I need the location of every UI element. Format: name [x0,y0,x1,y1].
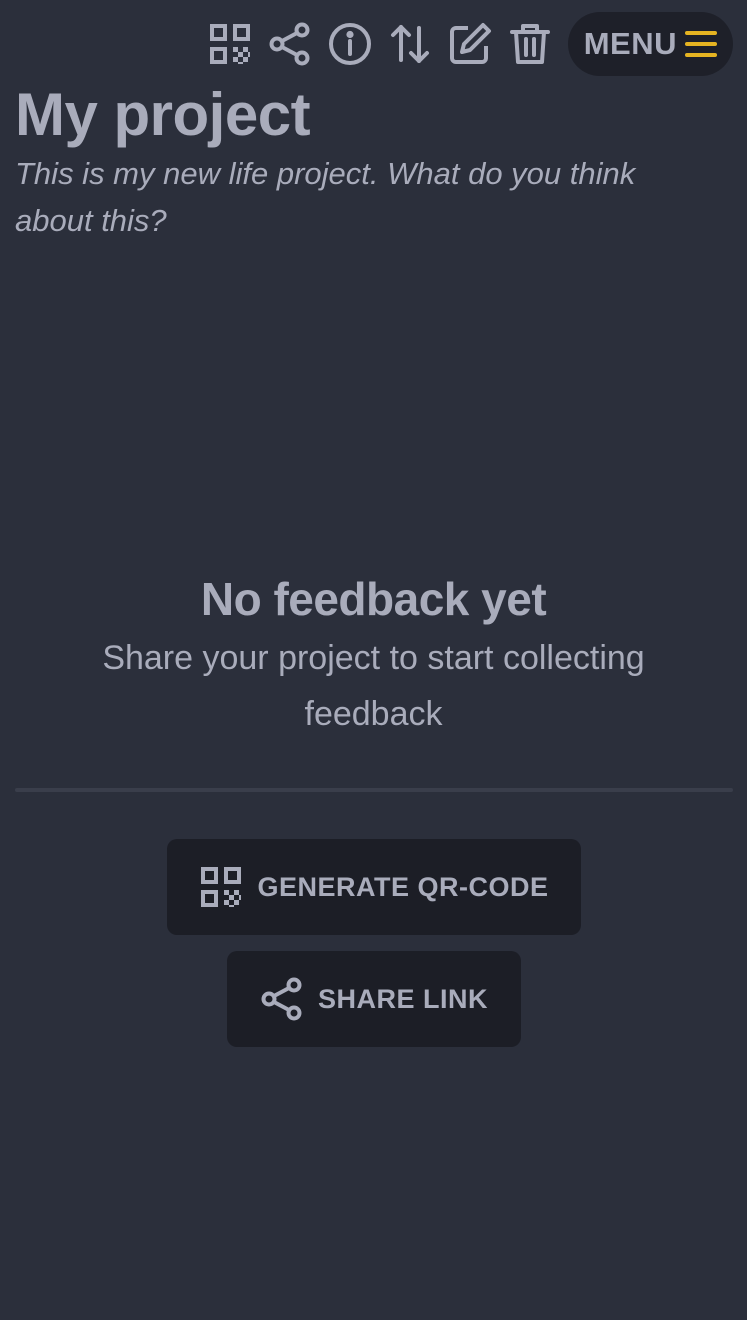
qr-code-icon[interactable] [206,20,254,68]
sort-icon[interactable] [386,20,434,68]
page-title: My project [15,81,311,148]
hamburger-bar [685,42,717,46]
share-link-button[interactable]: SHARE LINK [227,951,521,1047]
divider [15,788,733,792]
empty-state: No feedback yet Share your project to st… [0,572,747,742]
hamburger-bar [685,53,717,57]
share-icon [261,977,302,1021]
info-icon[interactable] [326,20,374,68]
project-description: This is my new life project. What do you… [15,156,636,238]
empty-state-subtitle: Share your project to start collecting f… [102,639,645,733]
generate-qr-code-button[interactable]: GENERATE QR-CODE [167,839,581,935]
menu-label: MENU [583,26,677,61]
qr-code-icon [201,867,242,907]
hamburger-bar [685,31,717,35]
edit-icon[interactable] [446,20,494,68]
trash-icon[interactable] [506,20,554,68]
empty-state-title: No feedback yet [200,573,547,625]
top-toolbar: MENU [206,12,733,76]
hamburger-icon [685,31,717,57]
generate-qr-code-label: GENERATE QR-CODE [257,871,549,902]
share-link-label: SHARE LINK [317,983,488,1014]
menu-button[interactable]: MENU [567,12,733,76]
share-icon[interactable] [266,20,314,68]
